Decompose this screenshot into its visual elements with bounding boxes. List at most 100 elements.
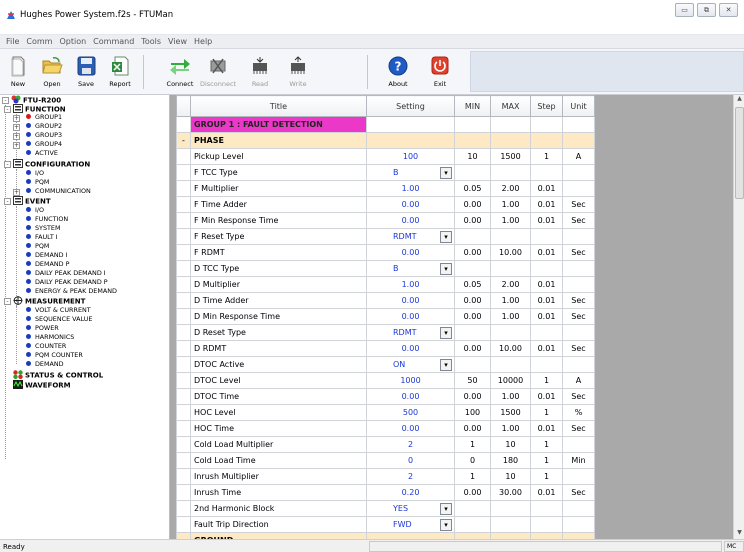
tree-item-event-daily-peak-i[interactable]: DAILY PEAK DEMAND I bbox=[26, 269, 106, 278]
scrollbar-thumb[interactable] bbox=[735, 107, 744, 199]
table-row[interactable]: 2nd Harmonic Block YES ▾ bbox=[176, 500, 595, 517]
tree-item-power[interactable]: POWER bbox=[26, 324, 59, 333]
tree-event[interactable]: EVENT bbox=[13, 196, 51, 206]
setting-input[interactable]: 0 bbox=[366, 452, 455, 469]
tree-item-event-system[interactable]: SYSTEM bbox=[26, 224, 60, 233]
collapse-toggle[interactable]: - bbox=[4, 106, 11, 113]
setting-input[interactable]: 2 bbox=[366, 436, 455, 453]
tree-item-event-daily-peak-p[interactable]: DAILY PEAK DEMAND P bbox=[26, 278, 108, 287]
tree-item-group4[interactable]: GROUP4 bbox=[26, 140, 62, 149]
menu-view[interactable]: View bbox=[168, 37, 187, 46]
setting-input[interactable]: 0.00 bbox=[366, 308, 455, 325]
table-row[interactable]: D TCC Type B ▾ bbox=[176, 260, 595, 277]
dropdown-arrow-icon[interactable]: ▾ bbox=[440, 327, 452, 339]
setting-dropdown[interactable]: FWD ▾ bbox=[366, 516, 455, 533]
setting-input[interactable]: 0.00 bbox=[366, 292, 455, 309]
header-title[interactable]: Title bbox=[190, 95, 367, 117]
header-setting[interactable]: Setting bbox=[366, 95, 455, 117]
tree-item-event-demand-i[interactable]: DEMAND I bbox=[26, 251, 67, 260]
table-row[interactable]: DTOC Active ON ▾ bbox=[176, 356, 595, 373]
table-row[interactable]: HOC Level 500 100 1500 1% bbox=[176, 404, 595, 421]
tree-measurement[interactable]: MEASUREMENT bbox=[13, 296, 85, 306]
menu-file[interactable]: File bbox=[6, 37, 19, 46]
table-row[interactable]: Cold Load Time 0 0 180 1 Min bbox=[176, 452, 595, 469]
table-row[interactable]: D Multiplier 1.00 0.05 2.00 0.01 bbox=[176, 276, 595, 293]
setting-input[interactable]: 1000 bbox=[366, 372, 455, 389]
scroll-down-icon[interactable]: ▼ bbox=[734, 529, 744, 539]
about-button[interactable]: ? About bbox=[381, 53, 415, 91]
tree-item-pqm-counter[interactable]: PQM COUNTER bbox=[26, 351, 83, 360]
close-button[interactable]: ✕ bbox=[719, 3, 738, 17]
minimize-button[interactable]: ▭ bbox=[675, 3, 694, 17]
table-row[interactable]: Inrush Multiplier 2 1 10 1 bbox=[176, 468, 595, 485]
table-row[interactable]: F Reset Type RDMT ▾ bbox=[176, 228, 595, 245]
collapse-toggle[interactable]: - bbox=[2, 97, 9, 104]
tree-item-group2[interactable]: GROUP2 bbox=[26, 122, 62, 131]
header-min[interactable]: MIN bbox=[454, 95, 491, 117]
exit-button[interactable]: Exit bbox=[423, 53, 457, 91]
setting-input[interactable]: 1.00 bbox=[366, 180, 455, 197]
tree-item-sequence-value[interactable]: SEQUENCE VALUE bbox=[26, 315, 92, 324]
table-row[interactable]: D RDMT 0.00 0.00 10.00 0.01 Sec bbox=[176, 340, 595, 357]
table-row[interactable]: F RDMT 0.00 0.00 10.00 0.01 Sec bbox=[176, 244, 595, 261]
setting-input[interactable]: 0.00 bbox=[366, 244, 455, 261]
table-row[interactable]: DTOC Time 0.00 0.00 1.00 0.01 Sec bbox=[176, 388, 595, 405]
header-step[interactable]: Step bbox=[530, 95, 563, 117]
expand-toggle[interactable]: + bbox=[13, 133, 20, 140]
tree-item-communication[interactable]: COMMUNICATION bbox=[26, 187, 91, 196]
tree-item-event-pqm[interactable]: PQM bbox=[26, 242, 49, 251]
tree-item-event-demand-p[interactable]: DEMAND P bbox=[26, 260, 69, 269]
restore-button[interactable]: ⧉ bbox=[697, 3, 716, 17]
open-button[interactable]: Open bbox=[35, 53, 69, 91]
tree-configuration[interactable]: CONFIGURATION bbox=[13, 159, 90, 169]
collapse-toggle[interactable]: - bbox=[4, 298, 11, 305]
table-row[interactable]: D Min Response Time 0.00 0.00 1.00 0.01 Sec bbox=[176, 308, 595, 325]
tree-item-event-function[interactable]: FUNCTION bbox=[26, 215, 68, 224]
vertical-scrollbar[interactable]: ▲ ▼ bbox=[733, 95, 744, 539]
connect-button[interactable]: Connect bbox=[163, 53, 197, 91]
setting-dropdown[interactable]: B ▾ bbox=[366, 164, 455, 181]
tree-item-counter[interactable]: COUNTER bbox=[26, 342, 66, 351]
table-row[interactable]: DTOC Level 1000 50 10000 1 A bbox=[176, 372, 595, 389]
read-button[interactable]: Read bbox=[243, 53, 277, 91]
setting-input[interactable]: 0.00 bbox=[366, 420, 455, 437]
menu-command[interactable]: Command bbox=[93, 37, 134, 46]
table-row[interactable]: Inrush Time 0.20 0.00 30.00 0.01 Sec bbox=[176, 484, 595, 501]
tree-status-control[interactable]: STATUS & CONTROL bbox=[13, 370, 103, 380]
disconnect-button[interactable]: Disconnect bbox=[200, 53, 236, 91]
menu-help[interactable]: Help bbox=[194, 37, 212, 46]
table-row[interactable]: F Multiplier 1.00 0.05 2.00 0.01 bbox=[176, 180, 595, 197]
table-row[interactable]: D Time Adder 0.00 0.00 1.00 0.01 Sec bbox=[176, 292, 595, 309]
tree-item-event-io[interactable]: I/O bbox=[26, 206, 44, 215]
setting-dropdown[interactable]: RDMT ▾ bbox=[366, 324, 455, 341]
expand-toggle[interactable]: + bbox=[13, 142, 20, 149]
tree-item-config-pqm[interactable]: PQM bbox=[26, 178, 49, 187]
expand-toggle[interactable]: + bbox=[13, 189, 20, 196]
tree-waveform[interactable]: WAVEFORM bbox=[13, 380, 71, 390]
setting-input[interactable]: 500 bbox=[366, 404, 455, 421]
table-row[interactable]: F TCC Type B ▾ bbox=[176, 164, 595, 181]
tree-item-volt-current[interactable]: VOLT & CURRENT bbox=[26, 306, 91, 315]
dropdown-arrow-icon[interactable]: ▾ bbox=[440, 167, 452, 179]
dropdown-arrow-icon[interactable]: ▾ bbox=[440, 519, 452, 531]
scroll-up-icon[interactable]: ▲ bbox=[734, 95, 744, 105]
tree-item-event-energy[interactable]: ENERGY & PEAK DEMAND bbox=[26, 287, 117, 296]
menu-option[interactable]: Option bbox=[59, 37, 86, 46]
tree-item-demand[interactable]: DEMAND bbox=[26, 360, 64, 369]
setting-dropdown[interactable]: ON ▾ bbox=[366, 356, 455, 373]
table-row[interactable]: F Min Response Time 0.00 0.00 1.00 0.01 Sec bbox=[176, 212, 595, 229]
table-row[interactable]: Fault Trip Direction FWD ▾ bbox=[176, 516, 595, 533]
write-button[interactable]: Write bbox=[281, 53, 315, 91]
menu-comm[interactable]: Comm bbox=[26, 37, 52, 46]
collapse-toggle[interactable]: - bbox=[4, 198, 11, 205]
section-row-phase[interactable]: - PHASE bbox=[176, 132, 595, 149]
setting-input[interactable]: 0.00 bbox=[366, 388, 455, 405]
setting-dropdown[interactable]: B ▾ bbox=[366, 260, 455, 277]
menu-tools[interactable]: Tools bbox=[141, 37, 161, 46]
table-row[interactable]: D Reset Type RDMT ▾ bbox=[176, 324, 595, 341]
tree-item-event-fault-i[interactable]: FAULT I bbox=[26, 233, 58, 242]
dropdown-arrow-icon[interactable]: ▾ bbox=[440, 359, 452, 371]
setting-input[interactable]: 2 bbox=[366, 468, 455, 485]
tree-item-active[interactable]: ACTIVE bbox=[26, 149, 58, 158]
collapse-toggle[interactable]: - bbox=[4, 161, 11, 168]
